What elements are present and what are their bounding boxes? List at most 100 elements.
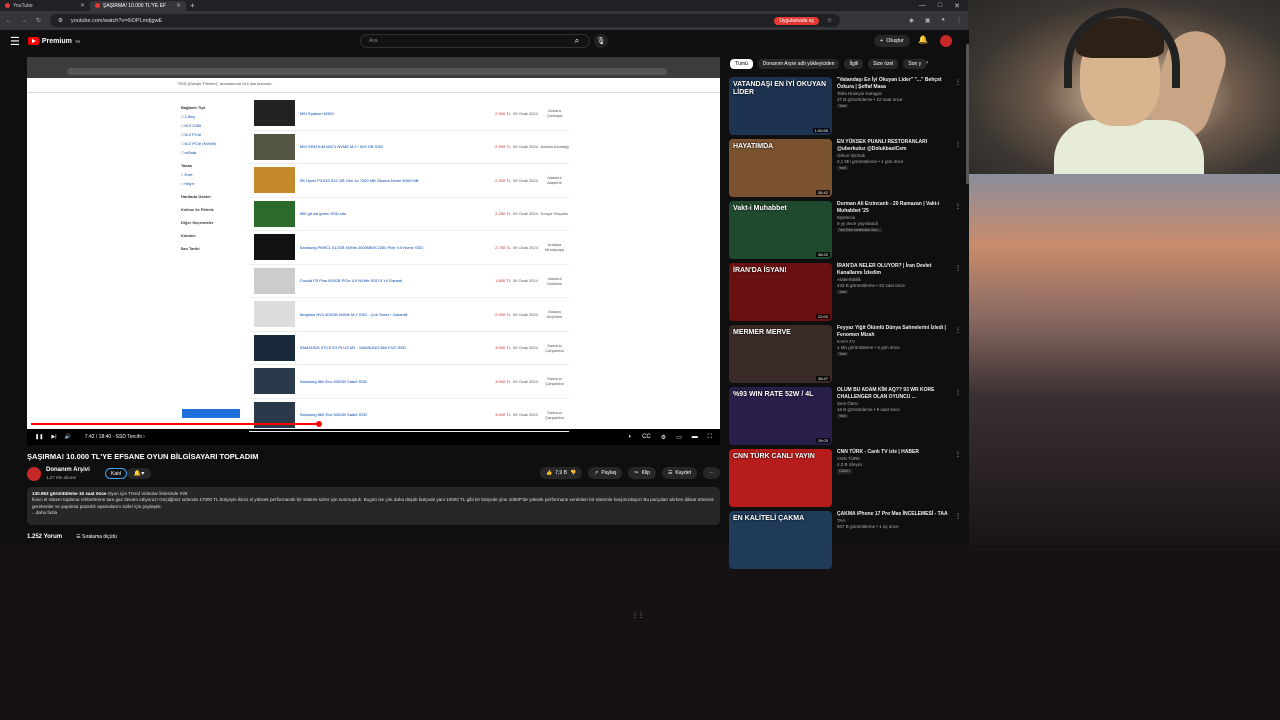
create-button[interactable]: + Oluştur <box>874 35 910 47</box>
listing-name: Samsung 860 Evo 500GB Sata3 SSD <box>299 378 367 384</box>
new-tab-icon[interactable]: + <box>186 1 195 10</box>
fullscreen-icon[interactable]: ⛶ <box>708 434 712 441</box>
search-input[interactable]: Ara <box>360 34 590 48</box>
desktop-icon[interactable]: ⋮⋮ <box>632 612 646 622</box>
more-options-icon[interactable]: ⋮ <box>955 327 961 334</box>
close-icon[interactable]: ✕ <box>176 2 181 9</box>
video-player[interactable]: "SSD (Detaylı Filtreler)" aramasında 244… <box>27 57 720 445</box>
menu-hamburger-icon[interactable]: ☰ <box>10 35 20 48</box>
recommendation-item[interactable]: MERMER MERVE 38:47 Feyyaz Yiğit Ölümlü D… <box>729 325 961 387</box>
show-more-link[interactable]: ...daha fazla <box>32 510 57 515</box>
youtube-logo[interactable]: Premium TR <box>27 37 80 45</box>
channel-avatar[interactable] <box>27 467 41 481</box>
recommendation-item[interactable]: İRAN'DA İSYAN! 22:00 İRAN'DA NELER OLUYO… <box>729 263 961 325</box>
tab-youtube[interactable]: YouTube ✕ <box>0 1 90 11</box>
recommendation-thumbnail[interactable]: %93 WIN RATE 52W / 4L 26:03 <box>729 387 832 445</box>
listing-row: MSI SPATIUM M371 NVME M.2 / 500 GB SSD 2.… <box>249 131 569 164</box>
thumbs-up-icon: 👍 <box>546 470 553 476</box>
thumbs-down-icon[interactable]: 👎 <box>570 470 576 476</box>
recommendation-thumbnail[interactable]: MERMER MERVE 38:47 <box>729 325 832 383</box>
captions-icon[interactable]: CC <box>642 434 651 441</box>
recommendation-thumbnail[interactable]: VATANDAŞI EN İYİ OKUYAN LİDER 1:00:55 <box>729 77 832 135</box>
chevron-right-icon[interactable]: › <box>926 60 928 66</box>
back-icon[interactable]: ← <box>6 18 12 24</box>
notifications-bell-icon[interactable]: 🔔 <box>918 35 928 44</box>
tab-video[interactable]: ŞAŞIRMA! 10.000 TL'YE EF ✕ <box>90 0 186 11</box>
description-box[interactable]: 130.953 görüntüleme 15 saat önce Oyun iç… <box>27 487 720 525</box>
trend-label[interactable]: Oyun için Trend Videolar listesinde #28 <box>108 491 188 496</box>
search-icon[interactable]: ⌕ <box>566 34 588 48</box>
chapter-label[interactable]: SSD Tercihi <box>116 434 142 440</box>
more-options-icon[interactable]: ⋮ <box>955 389 961 396</box>
more-options-icon[interactable]: ⋮ <box>955 203 961 210</box>
recommendation-thumbnail[interactable]: İRAN'DA İSYAN! 22:00 <box>729 263 832 321</box>
recommendation-item[interactable]: Vakt-i Muhabbet 46:22 Durman Ali Erzinca… <box>729 201 961 263</box>
menu-kebab-icon[interactable]: ⋮ <box>956 17 962 24</box>
recommendation-title[interactable]: CNN TÜRK - Canlı TV izle | HABER <box>837 449 952 456</box>
page-scrollbar[interactable] <box>966 30 969 545</box>
recommendation-item[interactable]: HAYATIMDA 36:42 EN YÜKSEK PUANLI RESTORA… <box>729 139 961 201</box>
account-avatar[interactable] <box>940 35 952 47</box>
reload-icon[interactable]: ↻ <box>36 17 41 24</box>
forward-icon[interactable]: → <box>21 18 27 24</box>
recommendation-title[interactable]: "Vatandaşı En İyi Okuyan Lider" "..." Be… <box>837 77 952 91</box>
extension-icon[interactable]: ◆ <box>909 17 914 24</box>
more-options-icon[interactable]: ⋮ <box>955 513 961 520</box>
close-window-icon[interactable]: ✕ <box>954 2 960 10</box>
youtube-play-icon <box>27 37 39 45</box>
more-actions-button[interactable]: ⋯ <box>703 467 720 479</box>
address-bar[interactable]: ⚙ youtube.com/watch?v=6iOPLmdjgwE Uygula… <box>50 14 841 27</box>
settings-gear-icon[interactable]: ⚙ <box>661 434 666 441</box>
more-options-icon[interactable]: ⋮ <box>955 451 961 458</box>
recommendation-item[interactable]: CNN TÜRK CANLI YAYIN CNN TÜRK - Canlı TV… <box>729 449 961 511</box>
recommendation-thumbnail[interactable]: Vakt-i Muhabbet 46:22 <box>729 201 832 259</box>
recommendation-thumbnail[interactable]: HAYATIMDA 36:42 <box>729 139 832 197</box>
save-button[interactable]: ☰ Kaydet <box>661 467 697 479</box>
next-icon[interactable]: ▶| <box>51 434 56 440</box>
extensions-puzzle-icon[interactable]: ▣ <box>925 17 931 24</box>
sort-button[interactable]: ☰ Sıralama ölçütü <box>76 534 117 540</box>
progress-bar[interactable] <box>31 421 716 427</box>
filter-chip[interactable]: Son y <box>903 59 927 69</box>
close-icon[interactable]: ✕ <box>80 2 85 9</box>
recommendation-thumbnail[interactable]: EN KALİTELİ ÇAKMA <box>729 511 832 569</box>
like-button[interactable]: 👍 7,9 B 👎 <box>540 467 583 479</box>
bookmark-star-icon[interactable]: ☆ <box>827 18 832 24</box>
miniplayer-icon[interactable]: ▭ <box>676 434 682 441</box>
filter-chip[interactable]: Tümü <box>730 59 753 69</box>
join-button[interactable]: Katıl <box>105 468 128 479</box>
progress-knob[interactable] <box>315 421 322 427</box>
autoplay-toggle-icon[interactable]: ◐ <box>628 434 632 441</box>
recommendation-title[interactable]: EN YÜKSEK PUANLI RESTORANLARI @uberkuloz… <box>837 139 952 153</box>
recommendation-title[interactable]: Feyyaz Yiğit Ölümlü Dünya Sahnelerini İz… <box>837 325 952 339</box>
profile-icon[interactable]: ● <box>941 17 945 24</box>
recommendation-title[interactable]: ÇAKMA iPhone 17 Pro Max İNCELEMESİ - TAA <box>837 511 952 518</box>
recommendation-title[interactable]: Durman Ali Erzincanlı - 20 Ramazan | Vak… <box>837 201 952 215</box>
clip-button[interactable]: ✂ Klip <box>628 467 656 479</box>
subscribed-bell-button[interactable]: 🔔▾ <box>127 468 151 479</box>
more-options-icon[interactable]: ⋮ <box>955 141 961 148</box>
filter-heading: Kimden <box>181 233 196 238</box>
open-in-app-button[interactable]: Uygulamada aç <box>774 16 820 25</box>
webcam-overlay <box>968 0 1280 174</box>
volume-icon[interactable]: 🔊 <box>65 434 71 440</box>
minimize-icon[interactable]: — <box>919 2 926 10</box>
filter-chip[interactable]: Size özel <box>868 59 899 69</box>
more-options-icon[interactable]: ⋮ <box>955 79 961 86</box>
recommendation-title[interactable]: İRAN'DA NELER OLUYOR? | İran Devlet Kana… <box>837 263 952 277</box>
recommendation-item[interactable]: EN KALİTELİ ÇAKMA ÇAKMA iPhone 17 Pro Ma… <box>729 511 961 573</box>
channel-name[interactable]: Donanım Arşivi <box>46 467 90 473</box>
site-info-icon[interactable]: ⚙ <box>58 18 63 24</box>
recommendation-title[interactable]: OLUM BU ADAM KİM AQ?? 93 WR KORE CHALLEN… <box>837 387 952 401</box>
filter-chip[interactable]: Donanım Arşivi adlı yükleyiciden <box>757 59 840 69</box>
filter-chip[interactable]: İlgili <box>844 59 864 69</box>
more-options-icon[interactable]: ⋮ <box>955 265 961 272</box>
recommendation-item[interactable]: %93 WIN RATE 52W / 4L 26:03 OLUM BU ADAM… <box>729 387 961 449</box>
maximize-icon[interactable]: □ <box>938 2 942 10</box>
theater-icon[interactable]: ▬ <box>692 434 698 441</box>
recommendation-item[interactable]: VATANDAŞI EN İYİ OKUYAN LİDER 1:00:55 "V… <box>729 77 961 139</box>
share-button[interactable]: ↗ Paylaş <box>588 467 623 479</box>
pause-icon[interactable]: ❚❚ <box>35 434 43 440</box>
microphone-icon[interactable]: 🎙 <box>594 34 608 48</box>
recommendation-thumbnail[interactable]: CNN TÜRK CANLI YAYIN <box>729 449 832 507</box>
